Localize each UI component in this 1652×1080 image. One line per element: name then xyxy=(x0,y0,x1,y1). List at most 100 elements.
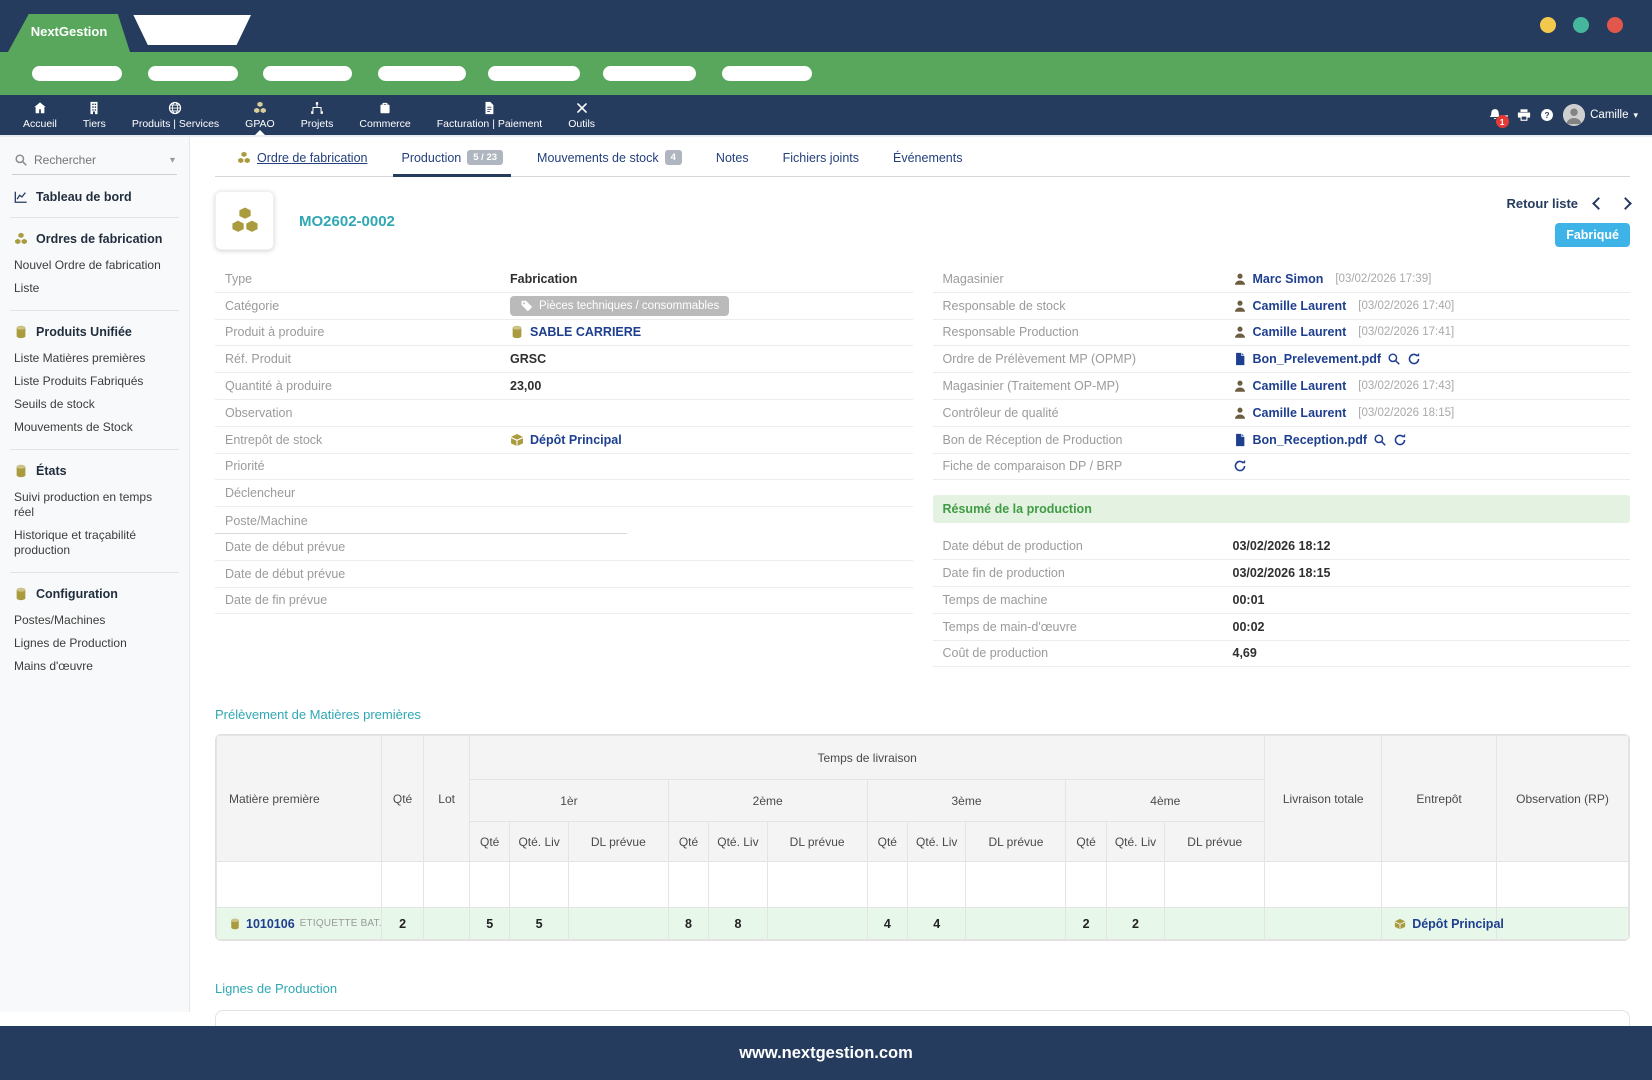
menu-pill[interactable] xyxy=(263,66,352,81)
menu-pill[interactable] xyxy=(722,66,812,81)
detail-row: Poste/Machine xyxy=(215,507,913,534)
menu-pill[interactable] xyxy=(148,66,238,81)
material-cell: 1010106 ETIQUETTE BAT... xyxy=(216,907,382,941)
tab-notes[interactable]: Notes xyxy=(716,151,749,165)
pdf-link[interactable]: Bon_Reception.pdf xyxy=(1253,433,1368,447)
nav-item-projets[interactable]: Projets xyxy=(288,95,347,135)
tab-v-nements[interactable]: Événements xyxy=(893,151,962,165)
nav-item-produits-services[interactable]: Produits | Services xyxy=(119,95,232,135)
person-link[interactable]: Camille Laurent xyxy=(1253,325,1347,339)
tab-fichiers-joints[interactable]: Fichiers joints xyxy=(783,151,859,165)
menu-pill[interactable] xyxy=(378,66,466,81)
sidebar-item-suivi-production-en-temps-r-el[interactable]: Suivi production en temps réel xyxy=(12,486,177,524)
sidebar-item-liste-mati-res-premi-res[interactable]: Liste Matières premières xyxy=(12,347,177,370)
prev-record-button[interactable] xyxy=(1592,197,1605,210)
notifications-button[interactable]: 1 ▾ xyxy=(1488,108,1509,128)
sidebar-item-dashboard[interactable]: Tableau de bord xyxy=(12,175,177,217)
col-header-material: Matière première xyxy=(216,735,382,863)
nav-item-outils[interactable]: Outils xyxy=(555,95,608,135)
material-code-link[interactable]: 1010106 xyxy=(246,917,295,931)
sidebar-section-title-configuration[interactable]: Configuration xyxy=(12,573,177,609)
tab-production[interactable]: Production 5 / 23 xyxy=(393,150,511,177)
menu-pill[interactable] xyxy=(603,66,696,81)
nav-item-label: Outils xyxy=(568,117,596,130)
box-icon xyxy=(510,433,524,447)
sidebar-section-title-ordres-de-fabrication[interactable]: Ordres de fabrication xyxy=(12,218,177,254)
detail-row: Responsable Production Camille Laurent [03… xyxy=(932,320,1630,347)
menu-pill[interactable] xyxy=(488,66,580,81)
tab-mouvements-de-stock[interactable]: Mouvements de stock 4 xyxy=(537,150,682,165)
sidebar-item-liste[interactable]: Liste xyxy=(12,277,177,300)
preview-icon[interactable] xyxy=(1373,433,1387,447)
print-button[interactable] xyxy=(1517,108,1531,122)
sidebar-section-label: Configuration xyxy=(36,587,118,601)
sidebar-item-postes-machines[interactable]: Postes/Machines xyxy=(12,609,177,632)
globe-icon xyxy=(168,101,182,115)
person-icon xyxy=(1233,406,1247,420)
avatar xyxy=(1563,104,1586,126)
search-input[interactable] xyxy=(34,153,164,167)
sidebar-item-mains-d-uvre[interactable]: Mains d'œuvre xyxy=(12,655,177,678)
db-icon xyxy=(510,325,524,339)
detail-link[interactable]: Dépôt Principal xyxy=(530,433,622,447)
user-menu[interactable]: Camille ▾ xyxy=(1563,104,1638,126)
detail-row: Priorité xyxy=(215,454,913,481)
person-link[interactable]: Marc Simon xyxy=(1253,272,1324,286)
nav-item-facturation-paiement[interactable]: Facturation | Paiement xyxy=(424,95,555,135)
sidebar-item-seuils-de-stock[interactable]: Seuils de stock xyxy=(12,393,177,416)
nav-item-tiers[interactable]: Tiers xyxy=(70,95,119,135)
summary-label: Date début de production xyxy=(942,539,1083,554)
sidebar-section-produits-unifi-e: Produits Unifiée Liste Matières premières… xyxy=(12,311,177,449)
brand-logo[interactable]: NextGestion xyxy=(8,14,130,52)
pdf-link[interactable]: Bon_Prelevement.pdf xyxy=(1253,352,1382,366)
production-lines-card xyxy=(215,1010,1630,1026)
regenerate-icon[interactable] xyxy=(1233,459,1247,473)
filter-cell xyxy=(567,861,669,909)
sidebar-item-nouvel-ordre-de-fabrication[interactable]: Nouvel Ordre de fabrication xyxy=(12,254,177,277)
tools-icon xyxy=(575,101,589,115)
user-name: Camille xyxy=(1590,109,1629,121)
detail-label: Priorité xyxy=(225,459,265,474)
nav-item-accueil[interactable]: Accueil xyxy=(10,95,70,135)
detail-row: Réf. Produit GRSC xyxy=(215,346,913,374)
person-link[interactable]: Camille Laurent xyxy=(1253,299,1347,313)
sidebar-item-liste-produits-fabriqu-s[interactable]: Liste Produits Fabriqués xyxy=(12,370,177,393)
detail-label: Magasinier xyxy=(942,271,1004,286)
status-badge: Fabriqué xyxy=(1555,223,1630,247)
window-dot-red[interactable] xyxy=(1607,17,1623,33)
person-link[interactable]: Camille Laurent xyxy=(1253,406,1347,420)
filter-cell xyxy=(667,861,710,909)
sidebar-item-mouvements-de-stock[interactable]: Mouvements de Stock xyxy=(12,416,177,439)
col-subheader-qt: Qté xyxy=(1065,821,1107,863)
detail-label: Observation xyxy=(225,405,293,420)
menu-pill[interactable] xyxy=(32,66,122,81)
help-button[interactable]: ? xyxy=(1540,108,1554,122)
window-dot-teal[interactable] xyxy=(1573,17,1589,33)
person-link[interactable]: Camille Laurent xyxy=(1253,379,1347,393)
production-lines-section-title: Lignes de Production xyxy=(215,981,338,997)
preview-icon[interactable] xyxy=(1387,352,1401,366)
regenerate-icon[interactable] xyxy=(1407,352,1421,366)
invoice-icon xyxy=(482,101,496,115)
nav-item-commerce[interactable]: Commerce xyxy=(346,95,423,135)
detail-value: Bon_Prelevement.pdf xyxy=(1233,352,1422,366)
qty-cell: 2 xyxy=(380,907,425,941)
next-record-button[interactable] xyxy=(1619,197,1632,210)
filter-cell xyxy=(1065,861,1107,909)
regenerate-icon[interactable] xyxy=(1393,433,1407,447)
tab-label: Production xyxy=(401,150,462,165)
warehouse-link[interactable]: Dépôt Principal xyxy=(1412,917,1504,931)
sidebar-item-historique-et-tra-abilit-production[interactable]: Historique et traçabilité production xyxy=(12,524,177,562)
window-dot-yellow[interactable] xyxy=(1540,17,1556,33)
timestamp: [03/02/2026 17:43] xyxy=(1358,380,1455,393)
sidebar-section-title-tats[interactable]: États xyxy=(12,450,177,486)
detail-value: Camille Laurent [03/02/2026 17:41] xyxy=(1233,325,1454,339)
nav-item-gpao[interactable]: GPAO xyxy=(232,95,288,135)
back-to-list-link[interactable]: Retour liste xyxy=(1506,196,1578,211)
detail-link[interactable]: SABLE CARRIERE xyxy=(530,325,641,339)
tab-ordre-de-fabrication[interactable]: Ordre de fabrication xyxy=(237,151,367,165)
col-subheader-qt: Qté xyxy=(667,821,710,863)
search-icon xyxy=(14,153,28,167)
sidebar-item-lignes-de-production[interactable]: Lignes de Production xyxy=(12,632,177,655)
sidebar-section-title-produits-unifi-e[interactable]: Produits Unifiée xyxy=(12,311,177,347)
